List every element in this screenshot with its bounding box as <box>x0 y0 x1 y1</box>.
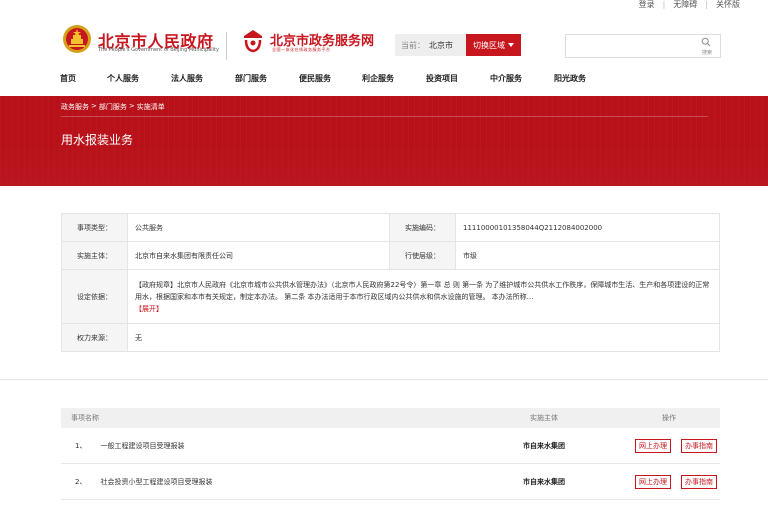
basis-cell: 【政府规章】北京市人民政府《北京市城市公共供水管理办法》（北京市人民政府第22号… <box>127 269 720 324</box>
item-number: 1、 <box>75 441 87 450</box>
table-row: 权力来源： 无 <box>61 323 720 352</box>
search-input[interactable]: 搜索 <box>565 34 721 58</box>
national-emblem-icon[interactable] <box>62 24 92 54</box>
login-link[interactable]: 登录 <box>631 0 663 12</box>
nav-department[interactable]: 部门服务 <box>235 72 299 88</box>
item-info-table: 事项类型： 公共服务 实施编码： 11110000101358044Q21120… <box>61 213 720 352</box>
item-number: 2、 <box>75 477 87 486</box>
service-subtitle: 全国一体化在线政务服务平台 <box>272 47 331 52</box>
item-subject: 市自来水集团 <box>523 441 565 450</box>
nav-business[interactable]: 利企服务 <box>362 72 426 88</box>
table-row: 1、 一般工程建设项目受理报装 市自来水集团 网上办理 办事指南 <box>61 428 720 464</box>
subject-value: 北京市自来水集团有限责任公司 <box>127 241 390 270</box>
online-apply-button[interactable]: 网上办理 <box>635 474 671 489</box>
power-source-label: 权力来源： <box>61 323 128 352</box>
type-value: 公共服务 <box>127 213 390 242</box>
switch-region-button[interactable]: 切换区域 <box>466 34 521 56</box>
code-label: 实施编码： <box>389 213 456 242</box>
item-actions: 网上办理 办事指南 <box>619 438 719 453</box>
nav-home[interactable]: 首页 <box>60 72 107 88</box>
gov-subtitle: The People's Government of Beijing Munic… <box>98 47 219 53</box>
service-logo-icon[interactable] <box>240 28 266 54</box>
basis-label: 设定依据： <box>61 269 128 324</box>
nav-transparency[interactable]: 阳光政务 <box>554 72 614 88</box>
basis-value: 【政府规章】北京市人民政府《北京市城市公共供水管理办法》（北京市人民政府第22号… <box>135 280 710 301</box>
table-header: 事项名称 实施主体 操作 <box>61 408 720 428</box>
item-name-cell: 1、 一般工程建设项目受理报装 <box>61 441 469 451</box>
code-value: 11110000101358044Q2112084002000 <box>455 213 720 242</box>
accessibility-link[interactable]: 无障碍 <box>665 0 705 12</box>
nav-investment[interactable]: 投资项目 <box>426 72 490 88</box>
expand-link[interactable]: 【展开】 <box>135 305 163 313</box>
subject-label: 实施主体： <box>61 241 128 270</box>
breadcrumb-item[interactable]: 部门服务 <box>99 102 127 112</box>
type-label: 事项类型： <box>61 213 128 242</box>
power-source-value: 无 <box>127 323 720 352</box>
search-icon[interactable] <box>701 37 711 47</box>
page-banner: 政务服务 > 部门服务 > 实施清单 用水报装业务 <box>0 96 768 186</box>
nav-corporate[interactable]: 法人服务 <box>171 72 235 88</box>
header-subject: 实施主体 <box>530 414 558 422</box>
search-label: 搜索 <box>701 50 712 56</box>
online-apply-button[interactable]: 网上办理 <box>635 438 671 453</box>
nav-convenience[interactable]: 便民服务 <box>299 72 362 88</box>
table-row: 事项类型： 公共服务 实施编码： 11110000101358044Q21120… <box>61 213 720 242</box>
banner-fade <box>0 146 768 186</box>
item-actions: 网上办理 办事指南 <box>619 474 719 489</box>
breadcrumb-item: 实施清单 <box>136 103 165 111</box>
breadcrumb-item[interactable]: 政务服务 <box>61 102 89 112</box>
switch-region-label: 切换区域 <box>473 40 505 50</box>
divider <box>226 32 227 60</box>
level-label: 行使层级： <box>389 241 456 270</box>
table-row: 实施主体： 北京市自来水集团有限责任公司 行使层级： 市级 <box>61 241 720 270</box>
page-title: 用水报装业务 <box>61 133 134 147</box>
item-name[interactable]: 社会投资小型工程建设项目受理报装 <box>100 478 212 486</box>
breadcrumb-separator: > <box>128 102 135 110</box>
care-mode-link[interactable]: 关怀版 <box>708 0 748 12</box>
table-row: 设定依据： 【政府规章】北京市人民政府《北京市城市公共供水管理办法》（北京市人民… <box>61 269 720 324</box>
item-name-cell: 2、 社会投资小型工程建设项目受理报装 <box>61 477 469 487</box>
guide-button[interactable]: 办事指南 <box>681 474 717 489</box>
breadcrumb: 政务服务 > 部门服务 > 实施清单 <box>61 102 165 112</box>
section-divider <box>0 379 768 380</box>
header-item-name: 事项名称 <box>71 414 99 422</box>
guide-button[interactable]: 办事指南 <box>681 438 717 453</box>
nav-intermediary[interactable]: 中介服务 <box>490 72 554 88</box>
util-bar: 登录 | 无障碍 | 关怀版 <box>631 0 748 12</box>
location-label: 当前： <box>401 40 425 50</box>
nav-personal[interactable]: 个人服务 <box>107 72 171 88</box>
table-row: 2、 社会投资小型工程建设项目受理报装 市自来水集团 网上办理 办事指南 <box>61 464 720 500</box>
divider <box>61 116 708 117</box>
breadcrumb-separator: > <box>91 102 97 110</box>
main-nav: 首页 个人服务 法人服务 部门服务 便民服务 利企服务 投资项目 中介服务 阳光… <box>60 72 614 88</box>
header-operation: 操作 <box>662 414 676 422</box>
location-city: 北京市 <box>429 40 453 50</box>
item-name[interactable]: 一般工程建设项目受理报装 <box>100 442 184 450</box>
item-subject: 市自来水集团 <box>523 477 565 486</box>
sub-items-table: 事项名称 实施主体 操作 1、 一般工程建设项目受理报装 市自来水集团 网上办理 … <box>61 408 720 500</box>
chevron-down-icon <box>508 43 514 47</box>
level-value: 市级 <box>455 241 720 270</box>
